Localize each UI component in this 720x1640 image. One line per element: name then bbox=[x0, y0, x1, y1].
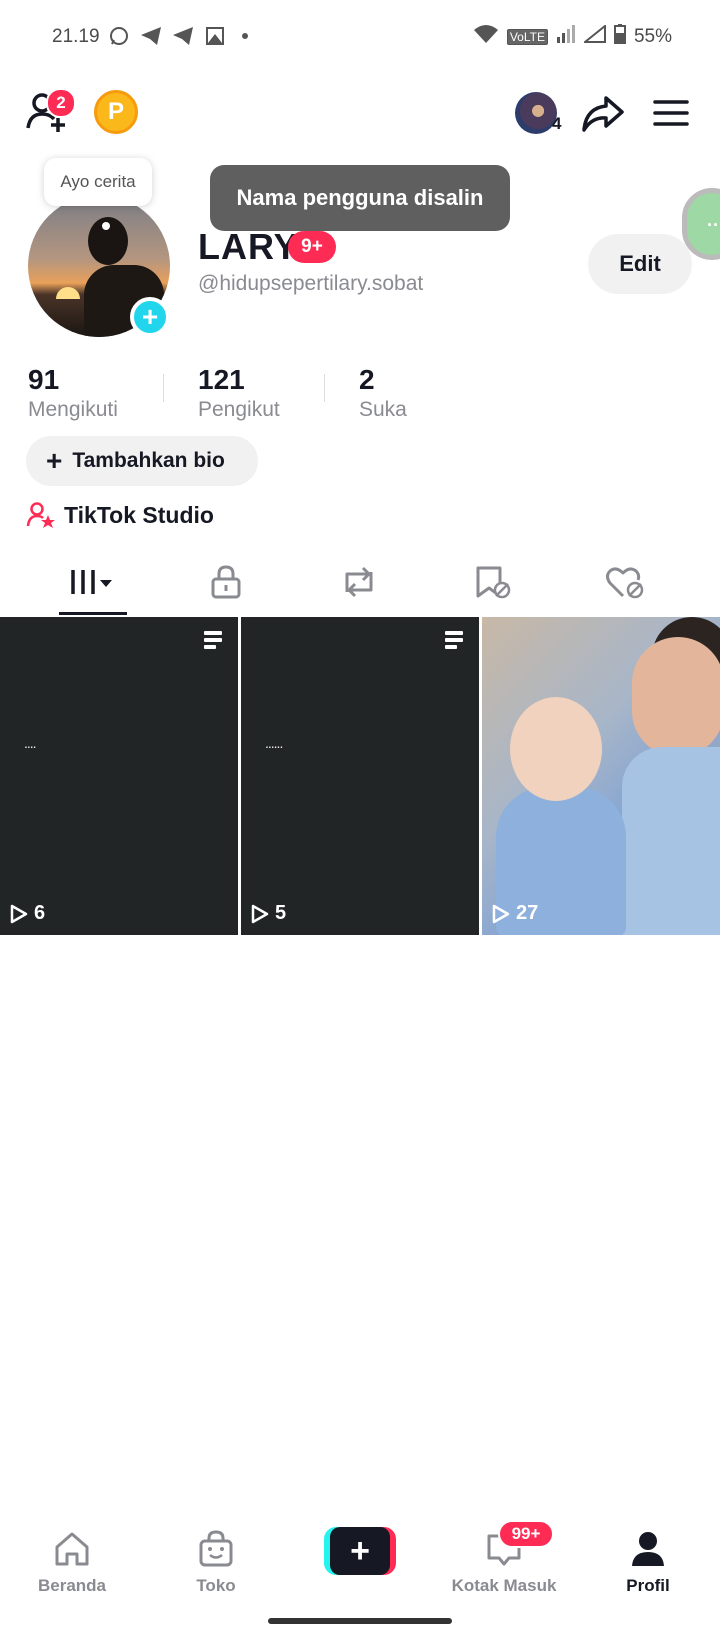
view-count: 6 bbox=[10, 902, 45, 925]
profile-icon bbox=[632, 1532, 664, 1566]
profile-top-bar: 2 P 4 bbox=[0, 80, 720, 144]
edit-profile-button[interactable]: Edit bbox=[588, 234, 692, 294]
stat-divider bbox=[163, 374, 164, 402]
more-notifications-dot bbox=[242, 33, 248, 39]
display-name: LARY bbox=[198, 226, 299, 267]
heart-hidden-icon bbox=[606, 567, 644, 599]
story-indicator-dot bbox=[102, 222, 110, 230]
video-caption: .... bbox=[24, 735, 37, 751]
creator-star-icon bbox=[26, 502, 55, 528]
view-count-value: 5 bbox=[275, 902, 287, 924]
add-bio-button[interactable]: + Tambahkan bio bbox=[26, 436, 258, 486]
lock-icon bbox=[211, 565, 241, 599]
tab-videos[interactable] bbox=[21, 548, 165, 616]
account-switch-count: 4 bbox=[552, 114, 562, 133]
nav-label: Profil bbox=[626, 1576, 670, 1595]
stat-label: Pengikut bbox=[198, 398, 280, 421]
stat-value: 91 bbox=[28, 364, 60, 395]
nav-label: Toko bbox=[196, 1576, 236, 1595]
stat-divider bbox=[324, 374, 325, 402]
toast-text: Nama pengguna disalin bbox=[236, 185, 484, 210]
profile-content-tabs bbox=[0, 548, 720, 616]
share-profile-button[interactable] bbox=[580, 90, 626, 136]
whatsapp-icon bbox=[108, 25, 130, 47]
battery-icon bbox=[613, 24, 626, 50]
video-caption: ...... bbox=[265, 735, 283, 751]
view-count-value: 6 bbox=[34, 902, 46, 924]
play-icon bbox=[251, 904, 269, 923]
bookmark-hidden-icon bbox=[476, 566, 511, 599]
tiktok-studio-label: TikTok Studio bbox=[64, 501, 214, 528]
grid-icon bbox=[71, 570, 112, 594]
hamburger-menu-icon bbox=[653, 100, 689, 126]
battery-percent: 55% bbox=[633, 26, 672, 47]
tab-liked[interactable] bbox=[553, 548, 697, 616]
video-grid: .... 6 ...... 5 27 bbox=[0, 617, 720, 935]
name-notification-badge[interactable]: 9+ bbox=[288, 231, 336, 263]
stat-label: Mengikuti bbox=[28, 398, 118, 421]
video-thumbnail[interactable]: .... 6 bbox=[0, 617, 238, 935]
stat-value: 2 bbox=[359, 364, 375, 395]
view-count: 5 bbox=[251, 902, 286, 925]
system-icons: VoLTE 55% bbox=[473, 23, 672, 50]
text-post-icon bbox=[204, 631, 222, 649]
coin-rewards-button[interactable]: P bbox=[94, 90, 138, 134]
plus-icon: + bbox=[46, 445, 63, 476]
image-icon bbox=[204, 25, 226, 47]
notification-icons bbox=[108, 25, 248, 47]
shop-bag-icon bbox=[199, 1530, 233, 1567]
stat-likes[interactable]: 2 Suka bbox=[359, 364, 407, 422]
tab-private[interactable] bbox=[154, 548, 298, 616]
wifi-icon bbox=[473, 24, 499, 50]
active-tab-underline bbox=[59, 612, 127, 615]
signal-empty-icon bbox=[582, 23, 606, 49]
volte-indicator: VoLTE bbox=[506, 29, 548, 45]
plus-icon: + bbox=[141, 301, 159, 332]
nav-label: Beranda bbox=[37, 1576, 107, 1595]
video-thumbnail[interactable]: ...... 5 bbox=[241, 617, 479, 935]
signal-icon bbox=[556, 25, 576, 49]
tiktok-studio-link[interactable]: TikTok Studio bbox=[26, 500, 214, 530]
play-icon bbox=[492, 904, 510, 923]
menu-button[interactable] bbox=[652, 94, 690, 132]
repost-icon bbox=[345, 566, 373, 598]
stat-following[interactable]: 91 Mengikuti bbox=[28, 364, 118, 422]
inbox-badge: 99+ bbox=[498, 1520, 554, 1548]
toast-message: Nama pengguna disalin bbox=[210, 165, 510, 231]
home-indicator[interactable] bbox=[268, 1618, 452, 1624]
video-thumbnail[interactable]: 27 bbox=[482, 617, 720, 935]
telegram-icon bbox=[172, 25, 194, 47]
nav-shop[interactable]: Toko bbox=[144, 1520, 288, 1610]
stat-followers[interactable]: 121 Pengikut bbox=[198, 364, 280, 422]
status-bar: 21.19 VoLTE 55% bbox=[0, 0, 720, 72]
friend-requests-badge: 2 bbox=[46, 88, 76, 118]
telegram-icon bbox=[140, 25, 162, 47]
dots-icon: ·· bbox=[707, 215, 719, 235]
play-icon bbox=[10, 904, 28, 923]
username-handle[interactable]: @hidupsepertilary.sobat bbox=[198, 272, 423, 296]
account-switch-avatar[interactable] bbox=[515, 92, 557, 134]
status-time: 21.19 bbox=[52, 26, 100, 47]
edit-label: Edit bbox=[619, 251, 661, 276]
add-friends-button[interactable]: 2 bbox=[24, 88, 76, 136]
nav-profile[interactable]: Profil bbox=[576, 1520, 720, 1610]
create-plus-icon: + bbox=[350, 1532, 370, 1570]
create-video-button[interactable]: + bbox=[324, 1527, 396, 1575]
add-story-button[interactable]: + bbox=[130, 297, 170, 337]
home-icon bbox=[55, 1532, 89, 1566]
view-count: 27 bbox=[492, 902, 538, 925]
story-prompt-bubble[interactable]: Ayo cerita bbox=[44, 158, 152, 206]
coin-icon: P bbox=[107, 98, 124, 125]
tab-favorites[interactable] bbox=[420, 548, 564, 616]
tab-reposts[interactable] bbox=[287, 548, 431, 616]
add-bio-label: Tambahkan bio bbox=[72, 449, 225, 472]
stat-label: Suka bbox=[359, 398, 407, 421]
share-arrow-icon bbox=[582, 96, 624, 132]
stat-value: 121 bbox=[198, 364, 245, 395]
story-prompt-label: Ayo cerita bbox=[60, 172, 136, 191]
text-post-icon bbox=[445, 631, 463, 649]
nav-label: Kotak Masuk bbox=[451, 1576, 557, 1595]
nav-home[interactable]: Beranda bbox=[0, 1520, 144, 1610]
view-count-value: 27 bbox=[516, 902, 539, 924]
